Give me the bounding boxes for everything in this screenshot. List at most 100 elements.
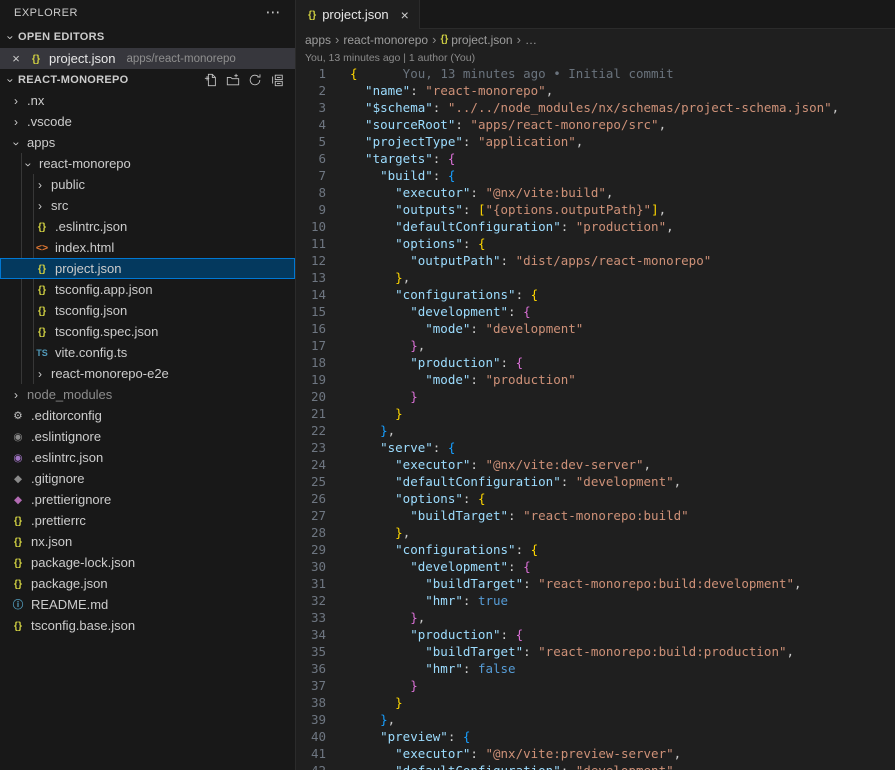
code-line[interactable]: 3 "$schema": "../../node_modules/nx/sche… xyxy=(296,99,895,116)
line-number[interactable]: 39 xyxy=(296,711,326,728)
line-number[interactable]: 9 xyxy=(296,201,326,218)
line-number[interactable]: 7 xyxy=(296,167,326,184)
line-number[interactable]: 13 xyxy=(296,269,326,286)
line-number[interactable]: 19 xyxy=(296,371,326,388)
breadcrumb-item[interactable]: … xyxy=(525,33,537,47)
code-line[interactable]: 4 "sourceRoot": "apps/react-monorepo/src… xyxy=(296,116,895,133)
line-number[interactable]: 6 xyxy=(296,150,326,167)
tree-item[interactable]: <>index.html xyxy=(0,237,295,258)
tree-item[interactable]: {}tsconfig.app.json xyxy=(0,279,295,300)
new-folder-icon[interactable] xyxy=(225,72,241,88)
code-line[interactable]: 23 "serve": { xyxy=(296,439,895,456)
code-line[interactable]: 26 "options": { xyxy=(296,490,895,507)
tree-item[interactable]: ◉.eslintignore xyxy=(0,426,295,447)
line-number[interactable]: 40 xyxy=(296,728,326,745)
tree-item[interactable]: ◆.prettierignore xyxy=(0,489,295,510)
line-number[interactable]: 14 xyxy=(296,286,326,303)
code-line[interactable]: 42 "defaultConfiguration": "development"… xyxy=(296,762,895,770)
line-number[interactable]: 17 xyxy=(296,337,326,354)
line-number[interactable]: 36 xyxy=(296,660,326,677)
code-line[interactable]: 34 "production": { xyxy=(296,626,895,643)
tree-item[interactable]: ›node_modules xyxy=(0,384,295,405)
code-line[interactable]: 7 "build": { xyxy=(296,167,895,184)
tree-item[interactable]: ›src xyxy=(0,195,295,216)
tree-item[interactable]: ›apps xyxy=(0,132,295,153)
line-number[interactable]: 4 xyxy=(296,116,326,133)
line-number[interactable]: 31 xyxy=(296,575,326,592)
line-number[interactable]: 25 xyxy=(296,473,326,490)
tree-item[interactable]: ⚙.editorconfig xyxy=(0,405,295,426)
code-line[interactable]: 39 }, xyxy=(296,711,895,728)
chevron-right-icon[interactable]: › xyxy=(10,94,22,108)
tree-item[interactable]: ›public xyxy=(0,174,295,195)
line-number[interactable]: 20 xyxy=(296,388,326,405)
line-number[interactable]: 1 xyxy=(296,65,326,82)
breadcrumb-item[interactable]: {}project.json xyxy=(440,33,512,47)
tree-item[interactable]: ›react-monorepo xyxy=(0,153,295,174)
tree-item[interactable]: ⓘREADME.md xyxy=(0,594,295,615)
code-line[interactable]: 25 "defaultConfiguration": "development"… xyxy=(296,473,895,490)
line-number[interactable]: 33 xyxy=(296,609,326,626)
line-number[interactable]: 15 xyxy=(296,303,326,320)
more-actions-icon[interactable]: ⋯ xyxy=(266,8,282,18)
tree-item[interactable]: {}nx.json xyxy=(0,531,295,552)
line-number[interactable]: 35 xyxy=(296,643,326,660)
line-number[interactable]: 18 xyxy=(296,354,326,371)
line-number[interactable]: 41 xyxy=(296,745,326,762)
line-number[interactable]: 12 xyxy=(296,252,326,269)
code-line[interactable]: 19 "mode": "production" xyxy=(296,371,895,388)
git-blame-header[interactable]: You, 13 minutes ago | 1 author (You) xyxy=(296,50,895,65)
code-line[interactable]: 17 }, xyxy=(296,337,895,354)
code-line[interactable]: 10 "defaultConfiguration": "production", xyxy=(296,218,895,235)
code-line[interactable]: 14 "configurations": { xyxy=(296,286,895,303)
workspace-header[interactable]: › REACT-MONOREPO xyxy=(0,69,295,90)
line-number[interactable]: 27 xyxy=(296,507,326,524)
chevron-right-icon[interactable]: › xyxy=(10,115,22,129)
code-line[interactable]: 36 "hmr": false xyxy=(296,660,895,677)
code-line[interactable]: 8 "executor": "@nx/vite:build", xyxy=(296,184,895,201)
code-line[interactable]: 35 "buildTarget": "react-monorepo:build:… xyxy=(296,643,895,660)
code-line[interactable]: 38 } xyxy=(296,694,895,711)
chevron-down-icon[interactable]: › xyxy=(10,137,24,149)
tree-item[interactable]: {}project.json xyxy=(0,258,295,279)
tree-item[interactable]: TSvite.config.ts xyxy=(0,342,295,363)
line-number[interactable]: 42 xyxy=(296,762,326,770)
code-line[interactable]: 32 "hmr": true xyxy=(296,592,895,609)
tree-item[interactable]: ◆.gitignore xyxy=(0,468,295,489)
line-number[interactable]: 3 xyxy=(296,99,326,116)
code-line[interactable]: 15 "development": { xyxy=(296,303,895,320)
code-line[interactable]: 12 "outputPath": "dist/apps/react-monore… xyxy=(296,252,895,269)
line-number[interactable]: 5 xyxy=(296,133,326,150)
line-number[interactable]: 2 xyxy=(296,82,326,99)
code-line[interactable]: 20 } xyxy=(296,388,895,405)
code-line[interactable]: 11 "options": { xyxy=(296,235,895,252)
code-line[interactable]: 16 "mode": "development" xyxy=(296,320,895,337)
tree-item[interactable]: ›react-monorepo-e2e xyxy=(0,363,295,384)
line-number[interactable]: 29 xyxy=(296,541,326,558)
open-editors-header[interactable]: › OPEN EDITORS xyxy=(0,26,295,48)
open-editor-item[interactable]: ×{}project.jsonapps/react-monorepo xyxy=(0,48,295,69)
tree-item[interactable]: {}tsconfig.json xyxy=(0,300,295,321)
tree-item[interactable]: {}tsconfig.base.json xyxy=(0,615,295,636)
code-line[interactable]: 41 "executor": "@nx/vite:preview-server"… xyxy=(296,745,895,762)
code-line[interactable]: 6 "targets": { xyxy=(296,150,895,167)
tree-item[interactable]: ◉.eslintrc.json xyxy=(0,447,295,468)
tree-item[interactable]: {}.prettierrc xyxy=(0,510,295,531)
breadcrumb-item[interactable]: apps xyxy=(305,33,331,47)
line-number[interactable]: 28 xyxy=(296,524,326,541)
code-line[interactable]: 30 "development": { xyxy=(296,558,895,575)
line-number[interactable]: 22 xyxy=(296,422,326,439)
chevron-down-icon[interactable]: › xyxy=(22,158,36,170)
collapse-all-icon[interactable] xyxy=(269,72,285,88)
code-line[interactable]: 9 "outputs": ["{options.outputPath}"], xyxy=(296,201,895,218)
new-file-icon[interactable] xyxy=(203,72,219,88)
chevron-right-icon[interactable]: › xyxy=(34,367,46,381)
chevron-right-icon[interactable]: › xyxy=(34,199,46,213)
code-line[interactable]: 1{ You, 13 minutes ago • Initial commit xyxy=(296,65,895,82)
code-line[interactable]: 37 } xyxy=(296,677,895,694)
code-line[interactable]: 27 "buildTarget": "react-monorepo:build" xyxy=(296,507,895,524)
code-line[interactable]: 24 "executor": "@nx/vite:dev-server", xyxy=(296,456,895,473)
code-area[interactable]: 1{ You, 13 minutes ago • Initial commit2… xyxy=(296,65,895,770)
line-number[interactable]: 26 xyxy=(296,490,326,507)
line-number[interactable]: 23 xyxy=(296,439,326,456)
